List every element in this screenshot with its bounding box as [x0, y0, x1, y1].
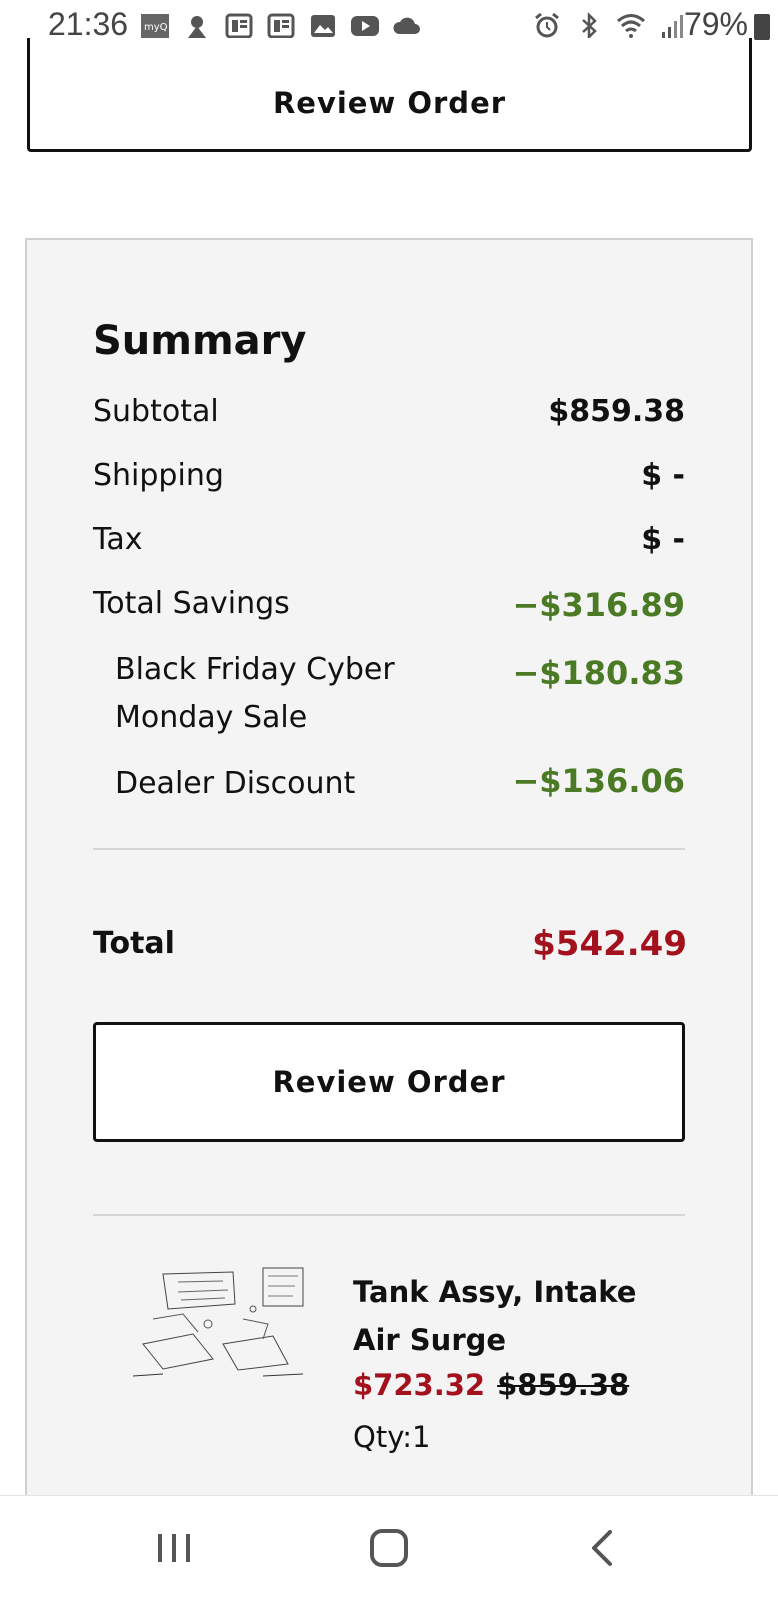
product-price: $723.32 $859.38 — [353, 1368, 629, 1402]
back-icon[interactable] — [580, 1526, 628, 1570]
system-icons — [532, 12, 688, 40]
gallery-icon — [311, 15, 335, 37]
summary-divider — [93, 848, 685, 850]
subtotal-label: Subtotal — [93, 394, 219, 429]
product-quantity: Qty:1 — [353, 1420, 431, 1454]
tax-value: $ - — [641, 522, 685, 557]
summary-panel: Summary Subtotal $859.38 Shipping $ - Ta… — [25, 238, 753, 1498]
product-sale-price: $723.32 — [353, 1368, 486, 1402]
navigation-bar — [0, 1495, 778, 1599]
total-label: Total — [93, 926, 175, 961]
bluetooth-icon — [582, 12, 597, 40]
battery-icon — [754, 14, 770, 40]
recent-apps-icon[interactable] — [150, 1526, 198, 1570]
total-savings-value: −$316.89 — [512, 586, 685, 624]
discount-value: −$180.83 — [512, 654, 685, 692]
product-original-price: $859.38 — [497, 1368, 630, 1402]
news-icon — [267, 13, 295, 39]
home-icon[interactable] — [365, 1526, 413, 1570]
review-order-label: Review Order — [272, 85, 507, 120]
svg-text:myQ: myQ — [144, 22, 168, 33]
product-name[interactable]: Tank Assy, Intake Air Surge — [353, 1268, 673, 1364]
youtube-icon — [351, 16, 379, 36]
discount-label: Black Friday Cyber Monday Sale — [115, 652, 395, 735]
shipping-value: $ - — [641, 458, 685, 493]
news-icon — [225, 13, 253, 39]
review-order-label: Review Order — [272, 1065, 506, 1099]
discount-label: Dealer Discount — [115, 766, 356, 801]
total-savings-label: Total Savings — [93, 586, 290, 621]
cloud-icon — [393, 17, 420, 34]
product-thumbnail[interactable] — [123, 1264, 313, 1384]
summary-title: Summary — [93, 318, 307, 364]
myq-icon: myQ — [141, 14, 169, 38]
subtotal-value: $859.38 — [548, 394, 685, 429]
total-value: $542.49 — [532, 924, 687, 964]
tax-label: Tax — [93, 522, 143, 557]
product-divider — [93, 1214, 685, 1216]
wifi-icon — [617, 14, 645, 38]
notification-icons: myQ — [140, 12, 422, 40]
notification-icon — [188, 16, 206, 38]
alarm-icon — [535, 12, 559, 38]
shipping-label: Shipping — [93, 458, 224, 493]
review-order-button[interactable]: Review Order — [93, 1022, 685, 1142]
discount-value: −$136.06 — [512, 762, 685, 800]
review-order-button-top[interactable]: Review Order — [27, 38, 752, 152]
